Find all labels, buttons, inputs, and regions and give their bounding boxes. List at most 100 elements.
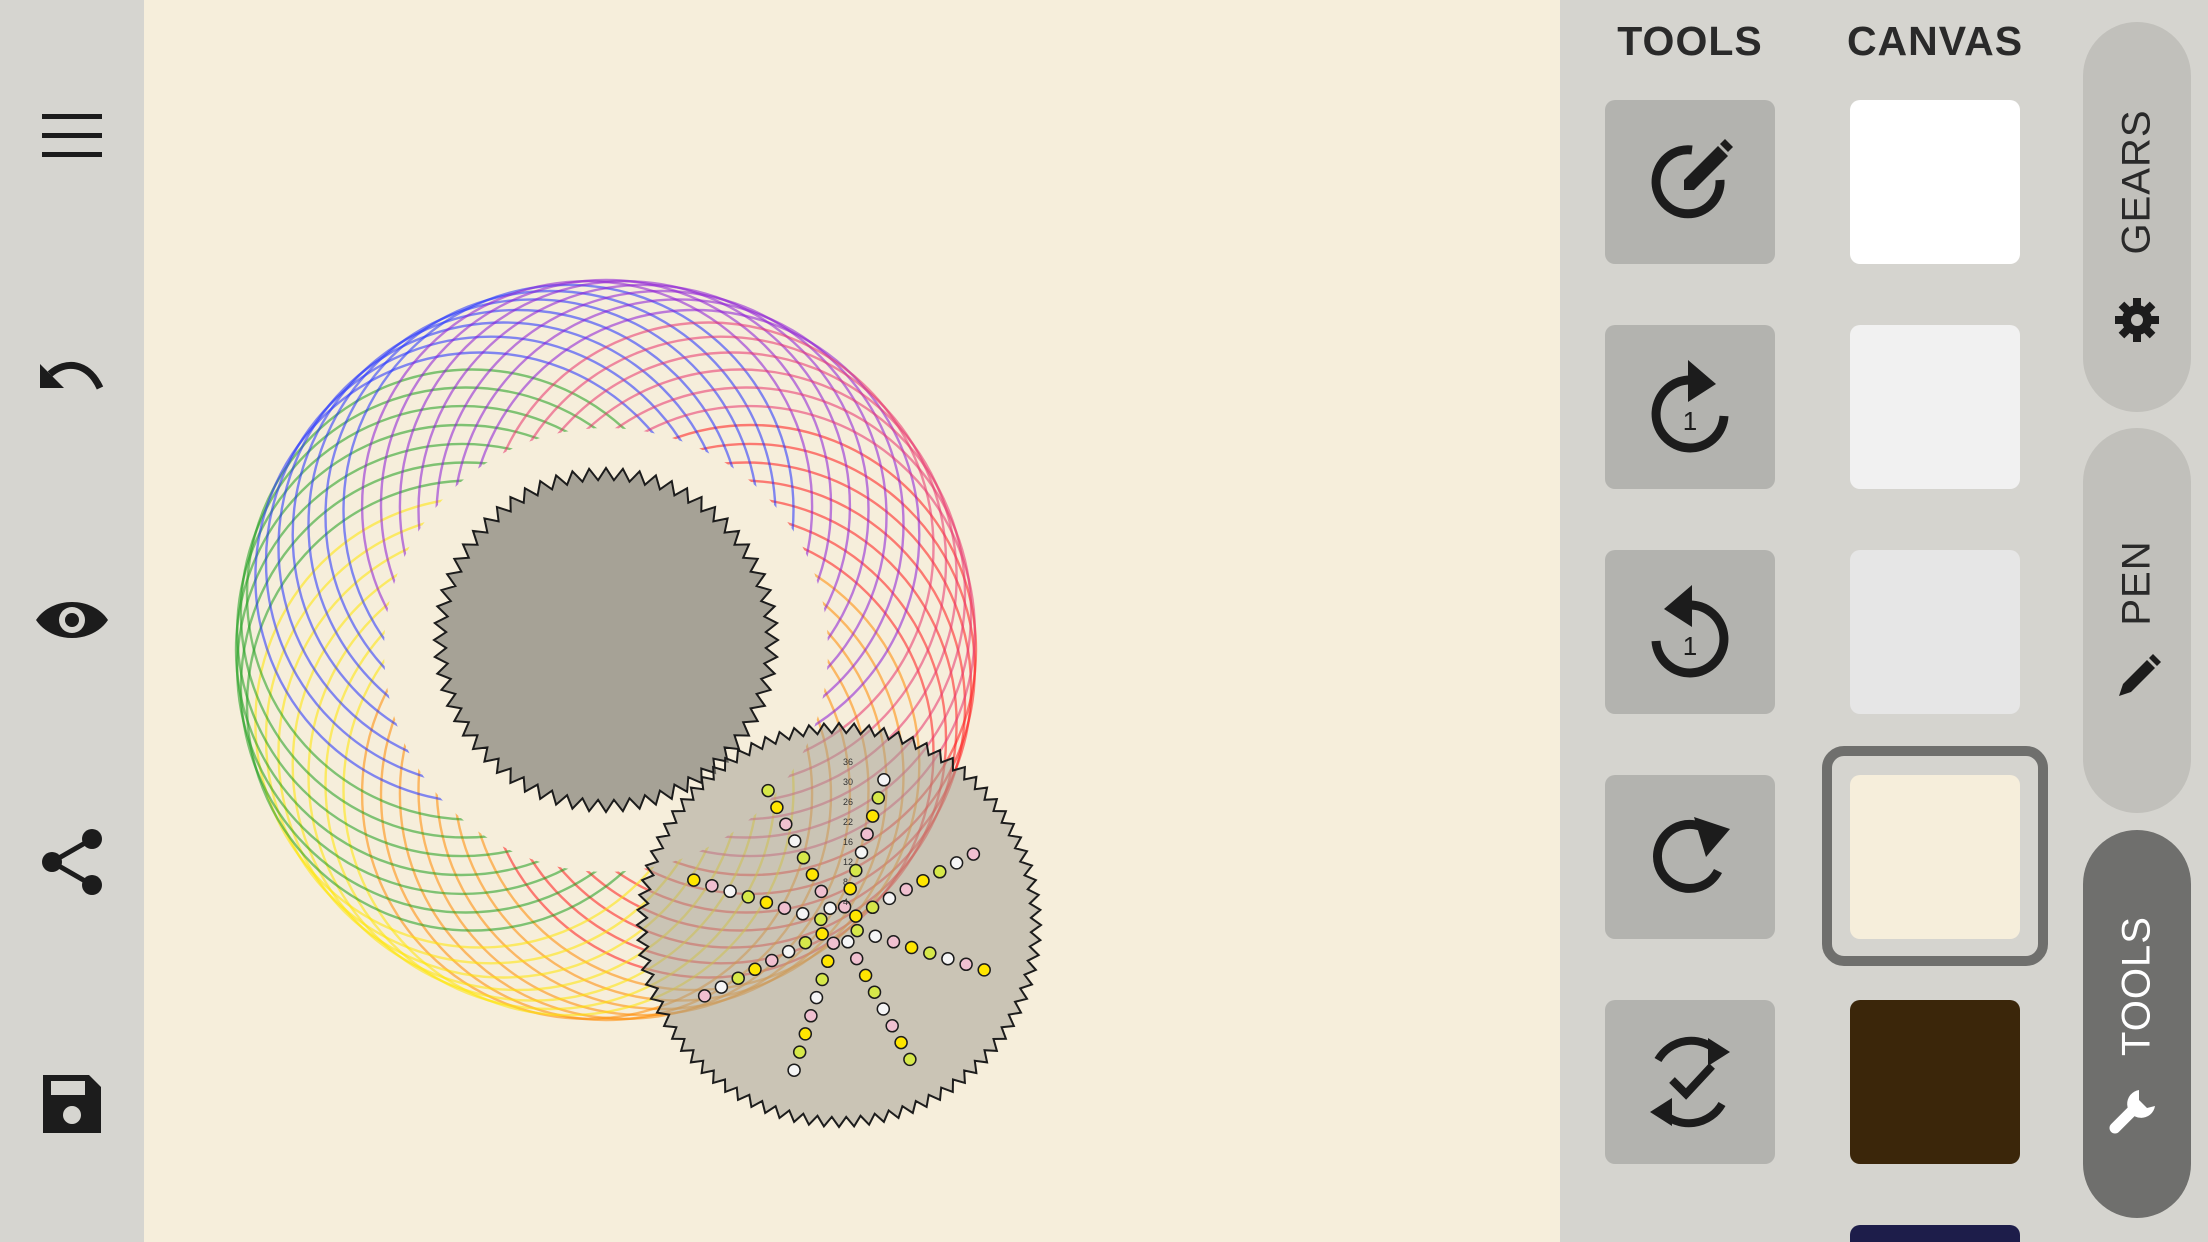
left-toolbar <box>0 0 144 1242</box>
pen-hole[interactable] <box>748 962 762 977</box>
pen-hole[interactable] <box>697 989 712 1003</box>
pen-hole[interactable] <box>687 873 701 887</box>
pen-hole[interactable] <box>885 1019 899 1033</box>
canvas-color-gray[interactable] <box>1850 550 2020 714</box>
pen-hole[interactable] <box>761 783 775 798</box>
pen-hole[interactable] <box>815 972 829 987</box>
pen-hole[interactable] <box>777 901 792 915</box>
pen-hole[interactable] <box>723 884 737 899</box>
hole-label: 8 <box>843 877 848 887</box>
wrench-icon <box>2109 1090 2155 1134</box>
draw-gear-icon <box>1651 139 1733 219</box>
pen-hole[interactable] <box>823 901 837 915</box>
pen-hole[interactable] <box>779 817 793 831</box>
pen-hole[interactable] <box>809 990 824 1005</box>
draw-gear-button[interactable] <box>1605 100 1775 264</box>
pen-hole[interactable] <box>781 944 796 959</box>
drawing-canvas[interactable]: 36 30 26 22 16 12 8 4 <box>144 0 1560 1242</box>
menu-button[interactable] <box>22 86 122 186</box>
pen-hole[interactable] <box>916 873 930 888</box>
canvas-color-navy[interactable] <box>1850 1225 2020 1242</box>
pen-hole[interactable] <box>741 890 755 904</box>
pen-hole[interactable] <box>798 1027 813 1041</box>
pen-hole[interactable] <box>933 865 947 879</box>
pen-hole[interactable] <box>959 957 973 972</box>
pencil-icon <box>2119 654 2161 696</box>
hole-label: 26 <box>843 797 853 807</box>
pen-hole[interactable] <box>792 1045 807 1059</box>
pen-hole[interactable] <box>805 867 820 882</box>
pen-hole[interactable] <box>882 891 897 906</box>
pen-hole[interactable] <box>877 773 891 787</box>
pen-hole[interactable] <box>841 935 855 949</box>
canvas-color-white[interactable] <box>1850 100 2020 264</box>
save-button[interactable] <box>22 1054 122 1154</box>
tab-pen[interactable]: PEN <box>2083 428 2191 813</box>
tab-gears-label: GEARS <box>2114 109 2159 255</box>
hole-label: 4 <box>843 897 848 907</box>
preview-button[interactable] <box>22 570 122 670</box>
tab-pen-label: PEN <box>2114 540 2159 626</box>
pen-hole[interactable] <box>871 791 886 805</box>
pen-hole[interactable] <box>941 951 955 966</box>
pen-hole[interactable] <box>860 827 874 841</box>
pen-hole[interactable] <box>705 878 719 893</box>
pen-hole[interactable] <box>714 980 729 994</box>
save-icon <box>43 1075 101 1133</box>
pen-hole[interactable] <box>849 951 864 966</box>
pen-hole[interactable] <box>821 954 835 969</box>
pen-hole[interactable] <box>854 845 869 860</box>
pen-hole[interactable] <box>867 985 882 999</box>
pen-hole[interactable] <box>899 882 913 897</box>
pen-hole[interactable] <box>798 935 813 950</box>
pen-hole[interactable] <box>903 1052 917 1067</box>
canvas-column-header: CANVAS <box>1846 18 2024 64</box>
pen-hole[interactable] <box>977 963 991 977</box>
pen-hole[interactable] <box>815 927 829 941</box>
pen-hole[interactable] <box>865 900 880 915</box>
pen-hole[interactable] <box>876 1002 891 1016</box>
pen-hole[interactable] <box>858 968 873 983</box>
rotate-one-back-icon: 1 <box>1651 585 1729 678</box>
pen-hole[interactable] <box>814 884 829 899</box>
hole-label: 36 <box>843 757 853 767</box>
pen-hole[interactable] <box>787 834 802 848</box>
canvas-color-dark-brown[interactable] <box>1850 1000 2020 1164</box>
pen-hole[interactable] <box>804 1009 818 1023</box>
hole-label: 12 <box>843 857 853 867</box>
pen-hole[interactable] <box>904 940 919 955</box>
pen-hole[interactable] <box>949 856 964 870</box>
pen-hole[interactable] <box>765 953 779 968</box>
redo-rotate-button[interactable] <box>1605 775 1775 939</box>
pen-hole[interactable] <box>886 935 901 949</box>
tab-tools[interactable]: TOOLS <box>2083 830 2191 1218</box>
pen-hole[interactable] <box>868 929 883 943</box>
rotate-forward-badge: 1 <box>1683 406 1697 436</box>
pen-hole[interactable] <box>849 909 863 923</box>
redo-rotate-icon <box>1653 817 1730 893</box>
right-panel: TOOLS CANVAS 1 1 GEARS PEN TOOLS <box>1560 0 2208 1242</box>
pen-hole[interactable] <box>865 809 880 823</box>
pen-hole[interactable] <box>850 923 864 938</box>
pen-hole[interactable] <box>923 946 937 960</box>
canvas-color-cream[interactable] <box>1850 775 2020 939</box>
rotate-one-back-button[interactable]: 1 <box>1605 550 1775 714</box>
undo-button[interactable] <box>22 328 122 428</box>
eye-icon <box>36 602 108 638</box>
pen-hole[interactable] <box>770 800 784 815</box>
pen-hole[interactable] <box>966 847 981 861</box>
rotate-one-forward-button[interactable]: 1 <box>1605 325 1775 489</box>
undo-icon <box>40 362 104 390</box>
auto-complete-button[interactable] <box>1605 1000 1775 1164</box>
pen-hole[interactable] <box>759 895 774 910</box>
pen-hole[interactable] <box>814 912 828 927</box>
pen-hole[interactable] <box>795 907 810 921</box>
pen-hole[interactable] <box>796 851 811 865</box>
pen-hole[interactable] <box>894 1035 908 1050</box>
canvas-color-light-gray[interactable] <box>1850 325 2020 489</box>
share-button[interactable] <box>22 812 122 912</box>
pen-hole[interactable] <box>826 936 841 950</box>
pen-hole[interactable] <box>787 1063 801 1077</box>
tab-gears[interactable]: GEARS <box>2083 22 2191 412</box>
pen-hole[interactable] <box>731 971 745 985</box>
